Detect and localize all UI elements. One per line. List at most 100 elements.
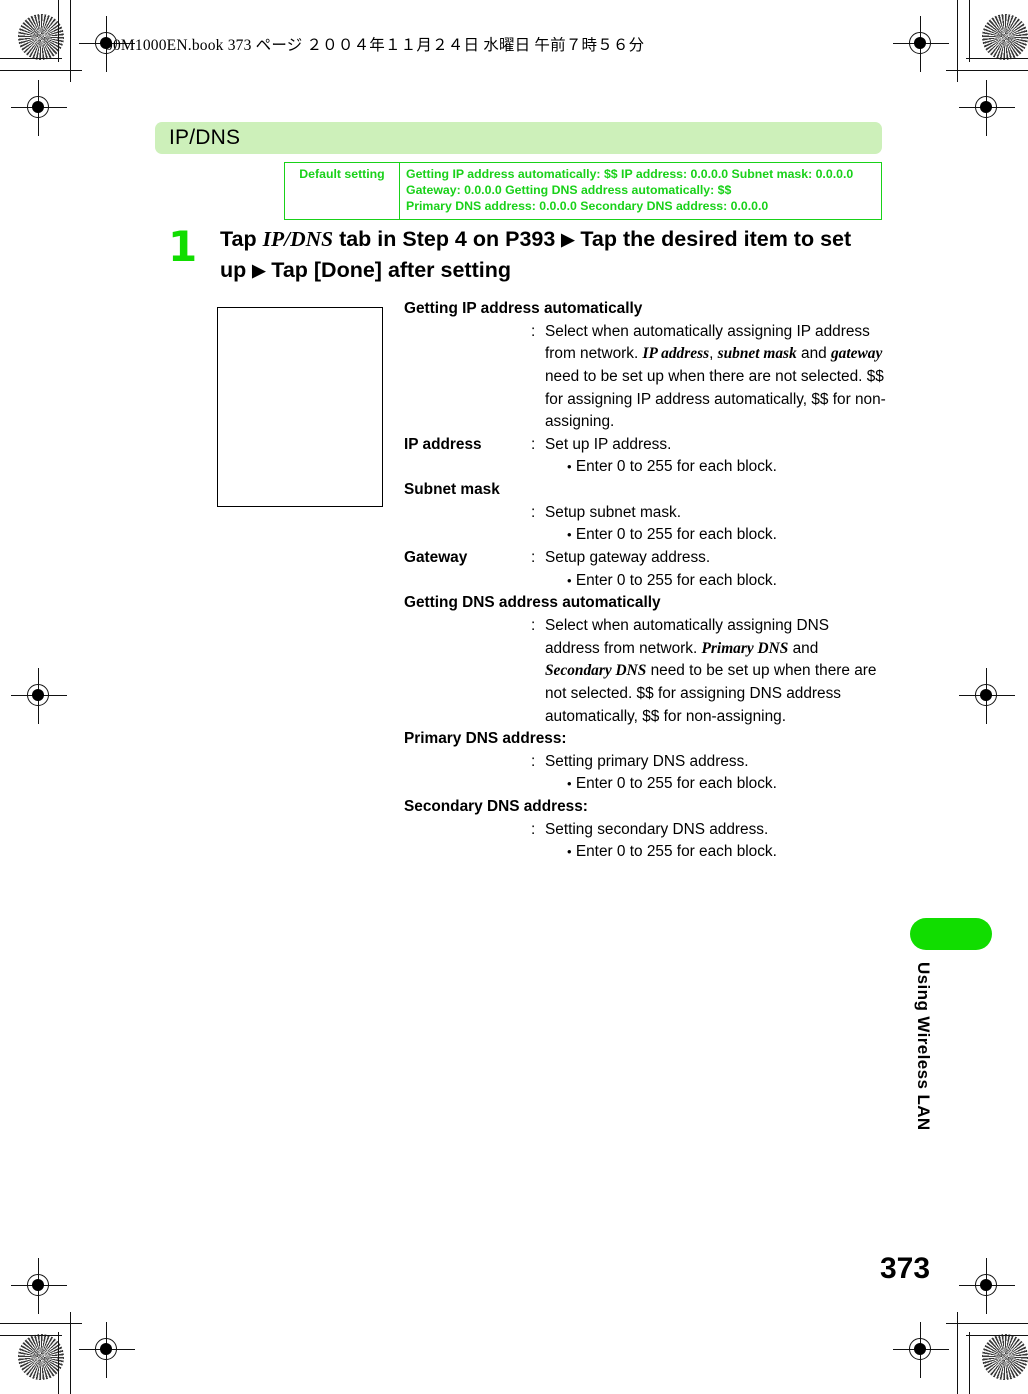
definition-term: Subnet mask [404,481,500,499]
print-star-target-bottom-right [982,1334,1028,1380]
definition-bullet: • Enter 0 to 255 for each block. [567,456,888,479]
registration-mark-mid-left [11,668,67,724]
definition-description: Select when automatically assigning DNS … [545,615,888,728]
crop-rule-bottom-right-h2 [966,1335,1028,1337]
section-banner: IP/DNS [155,122,882,154]
step-text-part1: Tap [220,227,263,251]
definition-colon: : [531,752,536,770]
crop-rule-top-right-h [946,70,1028,72]
step-number: 1 [168,222,198,271]
definition-bullet: • Enter 0 to 255 for each block. [567,524,888,547]
definition-entry-gateway: Gateway : Setup gateway address. • Enter… [404,547,888,592]
definition-italic-term: gateway [830,345,883,363]
definition-entry-getting-ip-address-automatically: Getting IP address automatically : Selec… [404,298,888,434]
running-header: 00M1000EN.book 373 ページ ２００４年１１月２４日 水曜日 午… [105,37,645,54]
definition-entry-getting-dns-address-automatically: Getting DNS address automatically : Sele… [404,592,888,728]
step-instruction: Tap IP/DNS tab in Step 4 on P393 ▶ Tap t… [220,224,882,285]
crop-rule-bottom-right-v [969,1332,971,1394]
registration-mark-top-right-inner [893,16,949,72]
crop-rule-top-right-v2 [957,0,959,82]
definition-colon: : [531,503,536,521]
definition-description: Set up IP address. [545,435,672,453]
definition-entry-primary-dns-address: Primary DNS address: : Setting primary D… [404,728,888,796]
bullet-icon: • [567,844,572,860]
definition-bullet-text: Enter 0 to 255 for each block. [575,458,777,476]
print-star-target-top-right [982,14,1028,60]
page-title: IP/DNS [169,126,241,149]
chapter-side-label: Using Wireless LAN [914,962,933,1131]
definition-term: Getting IP address automatically [404,300,643,317]
bullet-icon: • [567,459,572,475]
default-setting-label: Default setting [284,162,400,220]
definition-text: , [709,345,718,363]
bullet-icon: • [567,776,572,792]
definition-bullet-text: Enter 0 to 255 for each block. [575,843,777,861]
crop-rule-bottom-left-v2 [70,1312,72,1394]
definition-term: Getting DNS address automatically [404,594,661,612]
default-setting-line: Primary DNS address: 0.0.0.0 Secondary D… [406,199,769,214]
definition-bullet-text: Enter 0 to 255 for each block. [575,571,777,589]
crop-rule-bottom-right-h [946,1323,1028,1325]
crop-rule-top-left-v [58,0,60,62]
registration-mark-top-left-lower [11,80,67,136]
page-number: 373 [880,1252,931,1285]
step-block: 1 Tap IP/DNS tab in Step 4 on P393 ▶ Tap… [168,224,882,285]
screenshot-placeholder-frame [217,307,383,507]
crop-rule-top-right-h2 [966,58,1028,60]
definition-description: Setting primary DNS address. [545,752,749,770]
definition-entry-secondary-dns-address: Secondary DNS address: : Setting seconda… [404,796,888,864]
registration-mark-bottom-left-upper [11,1258,67,1314]
step-text-part2: tab in Step 4 on P393 [333,227,562,251]
step-text-part4: Tap [Done] after setting [265,257,511,282]
definition-term: Secondary DNS address: [404,798,588,816]
bullet-icon: • [567,527,572,543]
table-row: Default setting Getting IP address autom… [284,162,882,220]
definition-text: and [796,345,831,363]
registration-mark-top-right-lower [959,80,1015,136]
definition-description: Setup gateway address. [545,549,711,567]
definition-text: and [788,639,819,657]
definition-description: Select when automatically assigning IP a… [545,321,888,434]
definition-colon: : [531,549,536,567]
definition-colon: : [531,616,536,634]
crop-rule-top-left-h2 [0,58,62,60]
settings-definition-list: Getting IP address automatically : Selec… [404,298,888,864]
arrow-right-icon: ▶ [252,260,266,280]
crop-rule-bottom-right-v2 [957,1312,959,1394]
definition-bullet: • Enter 0 to 255 for each block. [567,773,888,796]
definition-colon: : [531,820,536,838]
definition-colon: : [531,322,536,340]
definition-italic-term: Primary DNS [701,639,789,657]
crop-rule-bottom-left-v [58,1332,60,1394]
registration-mark-mid-right [959,668,1015,724]
definition-bullet-text: Enter 0 to 255 for each block. [575,526,777,544]
default-setting-values: Getting IP address automatically: $$ IP … [399,162,882,220]
definition-description: Setup subnet mask. [545,503,682,521]
crop-rule-top-right-v [969,0,971,62]
definition-bullet: • Enter 0 to 255 for each block. [567,841,888,864]
registration-mark-bottom-right-inner [893,1322,949,1378]
bullet-icon: • [567,572,572,588]
default-setting-line: Getting IP address automatically: $$ IP … [406,167,854,181]
registration-mark-bottom-left-inner [79,1322,135,1378]
definition-description: Setting secondary DNS address. [545,820,769,838]
definition-italic-term: subnet mask [717,345,797,363]
definition-italic-term: IP address [642,345,710,363]
default-setting-table: Default setting Getting IP address autom… [284,162,882,220]
definition-colon: : [531,435,536,453]
definition-italic-term: Secondary DNS [545,662,647,680]
crop-rule-top-left-v2 [70,0,72,82]
registration-mark-bottom-right-upper [959,1258,1015,1314]
definition-entry-ip-address: IP address : Set up IP address. • Enter … [404,434,888,479]
definition-bullet: • Enter 0 to 255 for each block. [567,570,888,593]
arrow-right-icon: ▶ [561,230,575,249]
definition-entry-subnet-mask: Subnet mask : Setup subnet mask. • Enter… [404,479,888,547]
definition-bullet-text: Enter 0 to 255 for each block. [575,775,777,793]
definition-term: Gateway [404,549,468,567]
definition-term: IP address [404,435,482,453]
step-italic-ipdns: IP/DNS [262,227,334,251]
default-setting-line: Gateway: 0.0.0.0 Getting DNS address aut… [406,183,732,198]
chapter-thumb-tab [910,918,992,950]
definition-text: need to be set up when there are not sel… [545,367,886,431]
crop-rule-bottom-left-h2 [0,1335,62,1337]
